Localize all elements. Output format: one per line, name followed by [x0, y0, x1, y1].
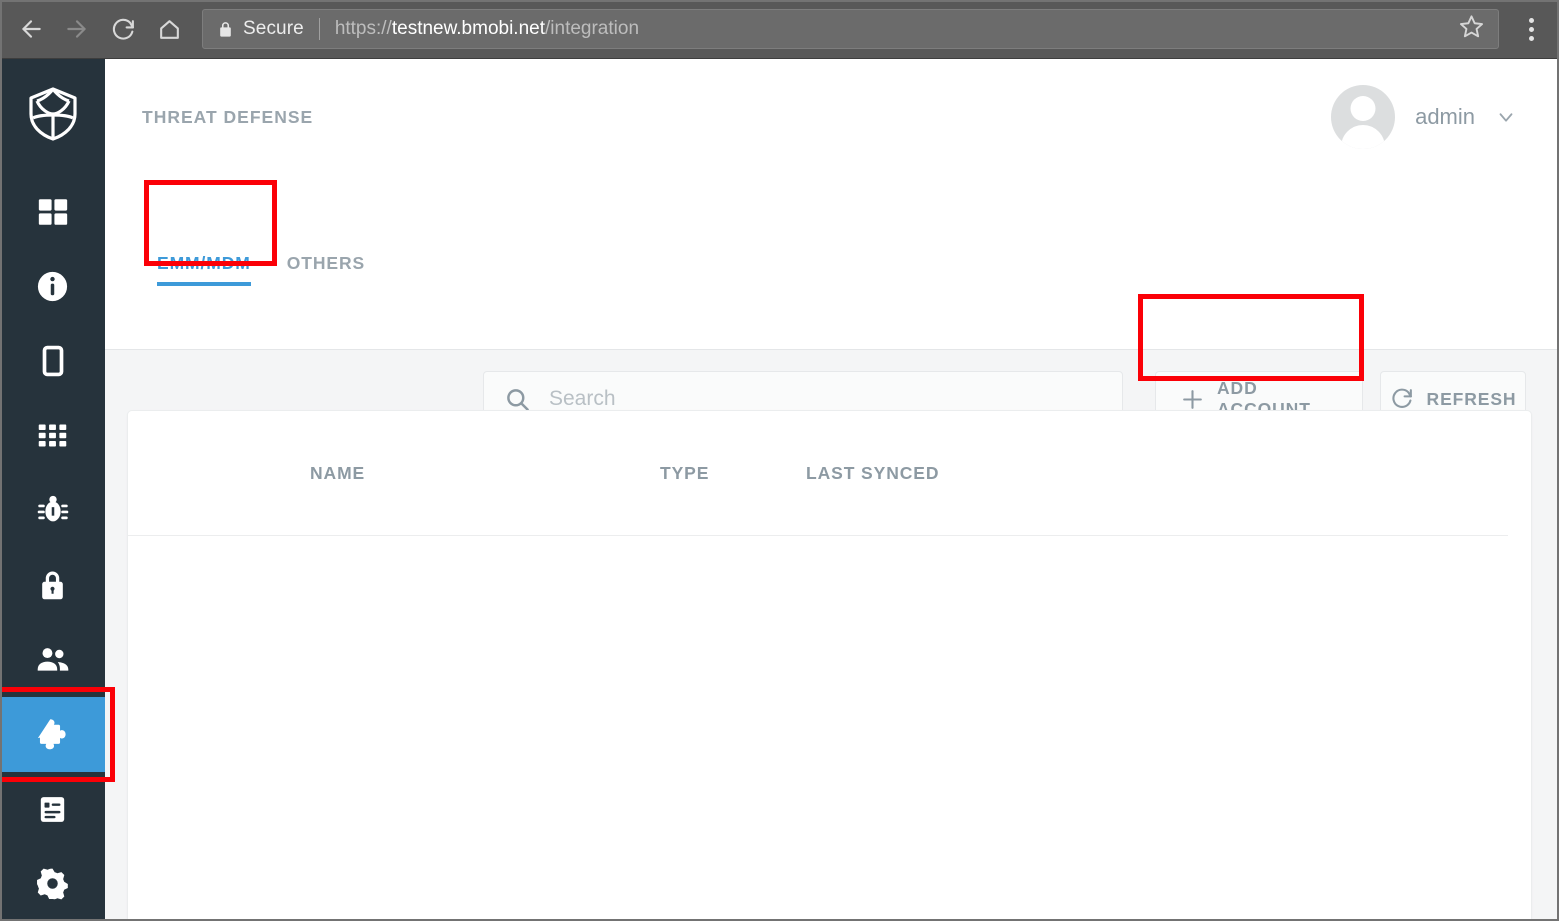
puzzle-piece-icon — [35, 716, 71, 752]
lock-icon — [36, 569, 69, 602]
lock-icon — [217, 21, 234, 38]
tab-emm-mdm[interactable]: EMM/MDM — [157, 253, 251, 296]
sidebar-item-users[interactable] — [0, 622, 105, 697]
app-logo[interactable] — [0, 59, 105, 174]
sidebar-item-threats[interactable] — [0, 473, 105, 548]
search-icon — [504, 386, 531, 413]
grid-3x3-icon — [36, 419, 69, 452]
page-title: THREAT DEFENSE — [142, 106, 314, 127]
sidebar-item-integration[interactable] — [0, 697, 105, 772]
url-scheme: https:// — [334, 18, 392, 39]
people-icon — [35, 642, 71, 678]
refresh-label: REFRESH — [1426, 388, 1517, 409]
home-icon — [157, 17, 182, 42]
home-button[interactable] — [146, 6, 192, 52]
bookmark-button[interactable] — [1454, 12, 1488, 46]
arrow-right-icon — [64, 16, 90, 42]
column-header-type[interactable]: TYPE — [660, 463, 709, 484]
reload-icon — [111, 17, 136, 42]
tab-bar: EMM/MDM OTHERS — [105, 175, 1559, 350]
kebab-menu-icon — [1528, 17, 1534, 41]
refresh-icon — [1390, 387, 1415, 412]
omnibox-separator — [318, 18, 320, 40]
avatar-body — [1341, 125, 1386, 149]
app-screenshot: Secure https://testnew.bmobi.net/integra… — [0, 0, 1559, 921]
sidebar-navigation — [0, 59, 105, 921]
user-menu[interactable]: admin — [1331, 85, 1517, 149]
sidebar-item-information[interactable] — [0, 249, 105, 324]
mobile-phone-icon — [36, 344, 70, 378]
table-header-row: NAME TYPE LAST SYNCED — [128, 411, 1531, 536]
chevron-down-icon[interactable] — [1495, 106, 1517, 128]
document-icon — [36, 793, 69, 826]
table-body-empty — [128, 535, 1531, 921]
avatar-head — [1350, 96, 1376, 121]
url-path: /integration — [545, 18, 640, 39]
sidebar-item-security[interactable] — [0, 548, 105, 623]
tab-list: EMM/MDM OTHERS — [157, 253, 365, 296]
back-button[interactable] — [8, 6, 54, 52]
bug-icon — [36, 493, 70, 527]
gear-icon — [35, 866, 70, 901]
forward-button[interactable] — [54, 6, 100, 52]
browser-toolbar: Secure https://testnew.bmobi.net/integra… — [0, 0, 1559, 59]
tab-others[interactable]: OTHERS — [287, 253, 365, 296]
column-header-last-synced[interactable]: LAST SYNCED — [806, 463, 939, 484]
star-icon — [1458, 13, 1485, 45]
browser-menu-button[interactable] — [1509, 6, 1553, 52]
secure-label: Secure — [243, 18, 304, 39]
avatar — [1331, 85, 1396, 149]
page-header: THREAT DEFENSE admin — [105, 59, 1559, 175]
search-input[interactable] — [549, 387, 1069, 411]
url-text: https://testnew.bmobi.net/integration — [335, 18, 639, 40]
accounts-table-card: NAME TYPE LAST SYNCED — [127, 410, 1532, 921]
grid-2x2-icon — [36, 195, 70, 229]
web-application: THREAT DEFENSE admin EMM/MDM OTHERS Sear… — [0, 59, 1559, 921]
info-circle-icon — [35, 269, 70, 304]
main-content: THREAT DEFENSE admin EMM/MDM OTHERS Sear… — [105, 59, 1559, 921]
sidebar-item-reports[interactable] — [0, 772, 105, 847]
column-header-name[interactable]: NAME — [310, 463, 365, 484]
sidebar-item-devices[interactable] — [0, 324, 105, 399]
table-header-divider — [128, 535, 1508, 536]
arrow-left-icon — [18, 16, 44, 42]
plus-icon — [1180, 387, 1205, 412]
username-label: admin — [1415, 104, 1475, 129]
reload-button[interactable] — [100, 6, 146, 52]
sidebar-item-apps[interactable] — [0, 398, 105, 473]
shield-logo-icon — [27, 86, 79, 147]
address-bar[interactable]: Secure https://testnew.bmobi.net/integra… — [202, 9, 1499, 49]
sidebar-item-dashboard[interactable] — [0, 174, 105, 249]
url-host: testnew.bmobi.net — [391, 18, 545, 39]
sidebar-item-settings[interactable] — [0, 846, 105, 921]
